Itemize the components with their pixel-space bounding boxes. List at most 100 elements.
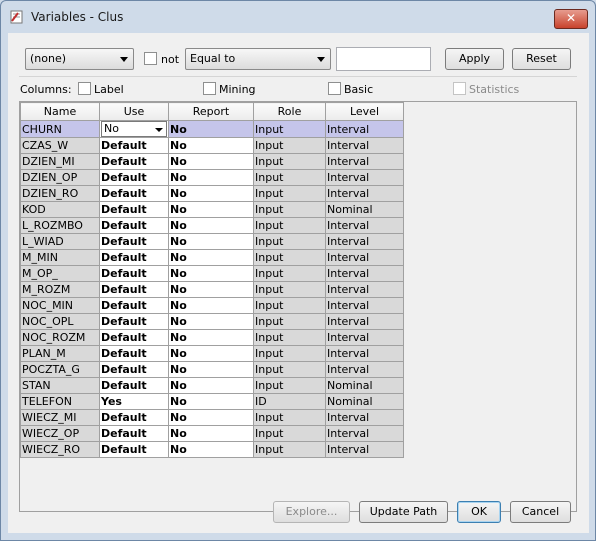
- table-row[interactable]: WIECZ_MI Default No Input Interval: [20, 409, 404, 426]
- variables-table-area[interactable]: Name Use Report Role Level CHURN No No Input Int…: [19, 101, 577, 512]
- cell-role: Input: [253, 185, 326, 202]
- cell-use[interactable]: Default: [99, 345, 169, 362]
- cell-report[interactable]: No: [168, 329, 254, 346]
- table-row[interactable]: DZIEN_OP Default No Input Interval: [20, 169, 404, 186]
- cell-role: Input: [253, 201, 326, 218]
- column-header-level[interactable]: Level: [325, 102, 404, 121]
- chevron-down-icon: [317, 57, 325, 62]
- cell-report[interactable]: No: [168, 217, 254, 234]
- cell-use[interactable]: Default: [99, 137, 169, 154]
- cell-report[interactable]: No: [168, 185, 254, 202]
- cell-use[interactable]: Default: [99, 313, 169, 330]
- title-bar[interactable]: Variables - Clus ✕: [1, 1, 595, 31]
- cell-report[interactable]: No: [168, 297, 254, 314]
- cell-report[interactable]: No: [168, 265, 254, 282]
- cancel-button[interactable]: Cancel: [510, 501, 571, 523]
- cell-report[interactable]: No: [168, 361, 254, 378]
- column-header-name[interactable]: Name: [20, 102, 100, 121]
- cell-role: Input: [253, 249, 326, 266]
- table-row[interactable]: POCZTA_G Default No Input Interval: [20, 361, 404, 378]
- table-row[interactable]: STAN Default No Input Nominal: [20, 377, 404, 394]
- table-row[interactable]: L_WIAD Default No Input Interval: [20, 233, 404, 250]
- cell-use[interactable]: Yes: [99, 393, 169, 410]
- cell-name: CHURN: [20, 120, 100, 138]
- column-header-role[interactable]: Role: [253, 102, 326, 121]
- cell-level: Nominal: [325, 377, 404, 394]
- cell-report[interactable]: No: [168, 153, 254, 170]
- cell-role: Input: [253, 329, 326, 346]
- cell-use[interactable]: Default: [99, 217, 169, 234]
- table-row[interactable]: M_ROZM Default No Input Interval: [20, 281, 404, 298]
- cell-report[interactable]: No: [168, 120, 254, 138]
- chevron-down-icon: [155, 128, 163, 132]
- use-combo[interactable]: No: [101, 121, 167, 137]
- cell-report[interactable]: No: [168, 137, 254, 154]
- not-checkbox[interactable]: [144, 52, 157, 65]
- cell-use[interactable]: Default: [99, 297, 169, 314]
- basic-column-checkbox[interactable]: [328, 82, 341, 95]
- cell-use[interactable]: Default: [99, 233, 169, 250]
- cell-use[interactable]: Default: [99, 153, 169, 170]
- table-row[interactable]: NOC_ROZM Default No Input Interval: [20, 329, 404, 346]
- explore-button: Explore...: [273, 501, 350, 523]
- cell-role: Input: [253, 265, 326, 282]
- reset-button[interactable]: Reset: [512, 48, 571, 70]
- cell-use[interactable]: No: [99, 120, 169, 138]
- cell-report[interactable]: No: [168, 425, 254, 442]
- table-row[interactable]: WIECZ_RO Default No Input Interval: [20, 441, 404, 458]
- cell-use[interactable]: Default: [99, 281, 169, 298]
- table-row[interactable]: CHURN No No Input Interval: [20, 120, 404, 138]
- cell-use[interactable]: Default: [99, 249, 169, 266]
- cell-use[interactable]: Default: [99, 329, 169, 346]
- cell-role: Input: [253, 169, 326, 186]
- table-row[interactable]: DZIEN_MI Default No Input Interval: [20, 153, 404, 170]
- ok-button[interactable]: OK: [457, 501, 501, 523]
- table-row[interactable]: WIECZ_OP Default No Input Interval: [20, 425, 404, 442]
- table-row[interactable]: NOC_OPL Default No Input Interval: [20, 313, 404, 330]
- cell-report[interactable]: No: [168, 313, 254, 330]
- table-row[interactable]: M_OP_ Default No Input Interval: [20, 265, 404, 282]
- close-icon: ✕: [565, 11, 577, 25]
- cell-report[interactable]: No: [168, 441, 254, 458]
- cell-level: Interval: [325, 217, 404, 234]
- table-row[interactable]: TELEFON Yes No ID Nominal: [20, 393, 404, 410]
- table-row[interactable]: M_MIN Default No Input Interval: [20, 249, 404, 266]
- chevron-down-icon: [120, 57, 128, 62]
- column-header-report[interactable]: Report: [168, 102, 254, 121]
- mining-column-checkbox[interactable]: [203, 82, 216, 95]
- update-path-button[interactable]: Update Path: [359, 501, 448, 523]
- cell-level: Interval: [325, 265, 404, 282]
- cell-use[interactable]: Default: [99, 185, 169, 202]
- cell-use[interactable]: Default: [99, 361, 169, 378]
- cell-use[interactable]: Default: [99, 409, 169, 426]
- cell-name: STAN: [20, 377, 100, 394]
- cell-use[interactable]: Default: [99, 425, 169, 442]
- table-row[interactable]: KOD Default No Input Nominal: [20, 201, 404, 218]
- cell-report[interactable]: No: [168, 393, 254, 410]
- cell-report[interactable]: No: [168, 409, 254, 426]
- cell-use[interactable]: Default: [99, 441, 169, 458]
- cell-use[interactable]: Default: [99, 377, 169, 394]
- table-row[interactable]: CZAS_W Default No Input Interval: [20, 137, 404, 154]
- filter-value-input[interactable]: [336, 47, 431, 71]
- close-button[interactable]: ✕: [554, 9, 588, 29]
- table-row[interactable]: NOC_MIN Default No Input Interval: [20, 297, 404, 314]
- operator-select[interactable]: Equal to: [185, 48, 331, 70]
- cell-use[interactable]: Default: [99, 201, 169, 218]
- cell-report[interactable]: No: [168, 281, 254, 298]
- table-row[interactable]: DZIEN_RO Default No Input Interval: [20, 185, 404, 202]
- cell-report[interactable]: No: [168, 377, 254, 394]
- cell-report[interactable]: No: [168, 249, 254, 266]
- cell-report[interactable]: No: [168, 201, 254, 218]
- apply-button[interactable]: Apply: [445, 48, 504, 70]
- table-row[interactable]: PLAN_M Default No Input Interval: [20, 345, 404, 362]
- cell-use[interactable]: Default: [99, 265, 169, 282]
- cell-report[interactable]: No: [168, 169, 254, 186]
- column-filter-select[interactable]: (none): [25, 48, 134, 70]
- table-row[interactable]: L_ROZMBO Default No Input Interval: [20, 217, 404, 234]
- cell-report[interactable]: No: [168, 233, 254, 250]
- column-header-use[interactable]: Use: [99, 102, 169, 121]
- cell-report[interactable]: No: [168, 345, 254, 362]
- cell-use[interactable]: Default: [99, 169, 169, 186]
- label-column-checkbox[interactable]: [78, 82, 91, 95]
